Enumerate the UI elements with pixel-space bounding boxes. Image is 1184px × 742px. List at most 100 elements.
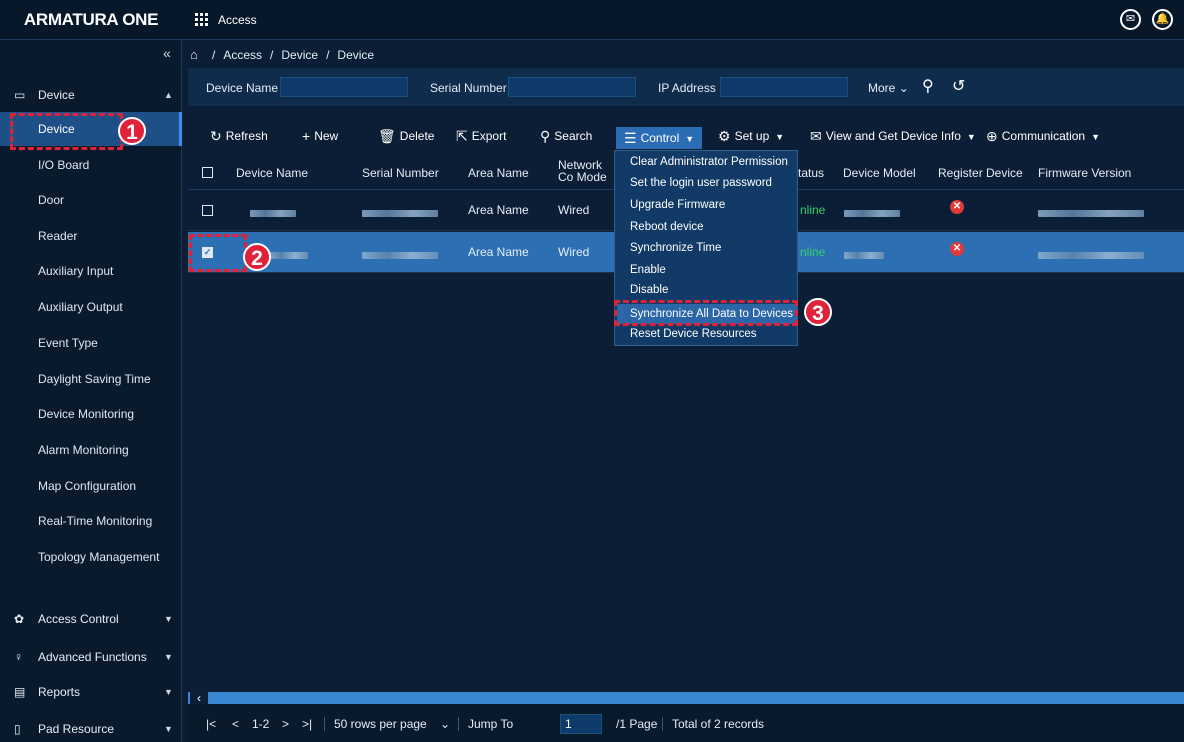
serial-number-filter-input[interactable]	[508, 77, 636, 97]
sidebar-group-label: Advanced Functions	[38, 650, 147, 664]
home-icon[interactable]: ⌂	[190, 44, 204, 66]
setup-dropdown-button[interactable]: ⚙ Set up ▼	[718, 128, 784, 145]
filter-bar: Device Name Serial Number IP Address Mor…	[188, 68, 1184, 106]
jump-to-page-input[interactable]: 1	[560, 714, 602, 734]
column-header-status[interactable]: tatus	[798, 166, 824, 180]
communication-dropdown-button[interactable]: ⊕ Communication ▼	[986, 128, 1100, 145]
annotation-badge-2: 2	[243, 243, 271, 271]
previous-page-icon[interactable]: <	[232, 717, 239, 731]
menu-item-set-login-password[interactable]: Set the login user password	[630, 177, 772, 189]
sidebar-item-auxiliary-output[interactable]: Auxiliary Output	[0, 290, 182, 324]
sidebar-group-access-control[interactable]: ✿ Access Control ▼	[0, 606, 182, 632]
rows-per-page-select[interactable]: 50 rows per page	[334, 717, 427, 731]
menu-item-synchronize-time[interactable]: Synchronize Time	[630, 242, 721, 254]
serial-number-cell	[362, 206, 438, 220]
control-dropdown-button[interactable]: ☰ Control ▼	[616, 127, 703, 149]
chevron-down-icon: ▼	[164, 724, 173, 734]
sidebar-group-advanced-functions[interactable]: ♀ Advanced Functions ▼	[0, 644, 182, 670]
user-key-icon: ♀	[14, 650, 23, 664]
sidebar-item-door[interactable]: Door	[0, 183, 182, 217]
search-button[interactable]: ⚲ Search	[540, 128, 592, 145]
sidebar-group-device[interactable]: ▭ Device ▲	[0, 82, 182, 108]
caret-down-icon: ▼	[685, 134, 695, 144]
sidebar-item-topology-management[interactable]: Topology Management	[0, 540, 182, 574]
device-name-cell[interactable]	[268, 248, 308, 262]
collapse-sidebar-icon[interactable]: «	[163, 40, 171, 66]
column-header-device-model[interactable]: Device Model	[843, 166, 916, 180]
chevron-down-icon: ▼	[164, 614, 173, 624]
device-name-cell[interactable]	[250, 206, 296, 220]
firmware-cell	[1038, 206, 1144, 220]
sidebar-item-auxiliary-input[interactable]: Auxiliary Input	[0, 254, 182, 288]
last-page-icon[interactable]: >|	[302, 717, 312, 731]
sidebar-group-label: Reports	[38, 685, 81, 699]
status-cell: nline	[800, 203, 826, 217]
sidebar-item-event-type[interactable]: Event Type	[0, 326, 182, 360]
select-all-checkbox[interactable]	[202, 167, 213, 178]
delete-button[interactable]: 🗑 Delete	[378, 128, 434, 145]
refresh-icon: ↻	[210, 128, 222, 144]
horizontal-scrollbar[interactable]: ‹	[188, 690, 1184, 706]
sidebar-item-alarm-monitoring[interactable]: Alarm Monitoring	[0, 433, 182, 467]
next-page-icon[interactable]: >	[282, 717, 289, 731]
first-page-icon[interactable]: |<	[206, 717, 216, 731]
menu-item-clear-admin-permission[interactable]: Clear Administrator Permission	[630, 156, 788, 168]
reset-icon[interactable]: ↺	[952, 76, 965, 96]
status-cell: nline	[800, 245, 826, 259]
chevron-down-icon[interactable]: ⌄	[440, 717, 450, 731]
column-header-area-name[interactable]: Area Name	[468, 166, 529, 180]
sidebar-group-label: Device	[38, 88, 75, 102]
menu-item-upgrade-firmware[interactable]: Upgrade Firmware	[630, 199, 725, 211]
new-button[interactable]: + New	[302, 128, 338, 144]
sidebar-group-label: Access Control	[38, 612, 119, 626]
divider	[662, 717, 663, 731]
sidebar-item-map-configuration[interactable]: Map Configuration	[0, 469, 182, 503]
module-title[interactable]: Access	[218, 13, 257, 27]
ip-address-filter-input[interactable]	[720, 77, 848, 97]
column-header-register-device[interactable]: Register Device	[938, 166, 1023, 180]
sidebar-group-pad-resource[interactable]: ▯ Pad Resource ▼	[0, 716, 182, 742]
trash-icon: 🗑	[378, 128, 396, 144]
area-name-cell: Area Name	[468, 203, 529, 217]
menu-item-reset-device-resources[interactable]: Reset Device Resources	[630, 328, 757, 340]
menu-item-disable[interactable]: Disable	[630, 284, 668, 296]
column-header-device-name[interactable]: Device Name	[236, 166, 308, 180]
sidebar-item-reader[interactable]: Reader	[0, 219, 182, 253]
annotation-highlight-sync-all	[614, 300, 798, 326]
menu-item-enable[interactable]: Enable	[630, 264, 666, 276]
more-filters-toggle[interactable]: More ⌄	[868, 81, 909, 95]
sidebar-item-device-monitoring[interactable]: Device Monitoring	[0, 397, 182, 431]
annotation-highlight-device	[10, 113, 123, 150]
view-info-dropdown-button[interactable]: ✉ View and Get Device Info ▼	[810, 128, 976, 145]
register-failed-icon: ✕	[950, 242, 964, 256]
breadcrumb: ⌂ / Access / Device / Device	[190, 44, 374, 66]
notification-bell-icon[interactable]: 🔔	[1152, 9, 1173, 30]
column-header-network[interactable]: Network Co Mode	[558, 159, 614, 183]
device-name-filter-input[interactable]	[280, 77, 408, 97]
serial-number-cell	[362, 248, 438, 262]
row-checkbox[interactable]	[202, 205, 213, 216]
firmware-cell	[1038, 248, 1144, 262]
ip-address-filter-label: IP Address	[658, 81, 716, 95]
divider	[458, 717, 459, 731]
sidebar-item-real-time-monitoring[interactable]: Real-Time Monitoring	[0, 504, 182, 538]
refresh-button[interactable]: ↻ Refresh	[210, 128, 268, 145]
info-mail-icon: ✉	[810, 128, 822, 144]
message-icon[interactable]: ✉	[1120, 9, 1141, 30]
breadcrumb-item[interactable]: Device	[281, 48, 318, 62]
breadcrumb-item: Device	[337, 48, 375, 62]
export-button[interactable]: ⇱ Export	[456, 128, 506, 145]
column-header-serial-number[interactable]: Serial Number	[362, 166, 439, 180]
search-icon[interactable]: ⚲	[922, 76, 934, 96]
settings-icon: ⚙	[718, 128, 731, 144]
search-icon: ⚲	[540, 128, 551, 144]
device-model-cell	[844, 206, 900, 220]
menu-item-reboot-device[interactable]: Reboot device	[630, 221, 704, 233]
breadcrumb-item[interactable]: Access	[223, 48, 262, 62]
column-header-firmware-version[interactable]: Firmware Version	[1038, 166, 1131, 180]
sidebar-item-daylight-saving[interactable]: Daylight Saving Time	[0, 362, 182, 396]
sidebar-group-reports[interactable]: ▤ Reports ▼	[0, 679, 182, 705]
apps-grid-icon[interactable]	[195, 13, 210, 27]
brand-logo[interactable]: ARMATURA ONE	[0, 0, 182, 40]
sidebar-item-io-board[interactable]: I/O Board	[0, 148, 182, 182]
